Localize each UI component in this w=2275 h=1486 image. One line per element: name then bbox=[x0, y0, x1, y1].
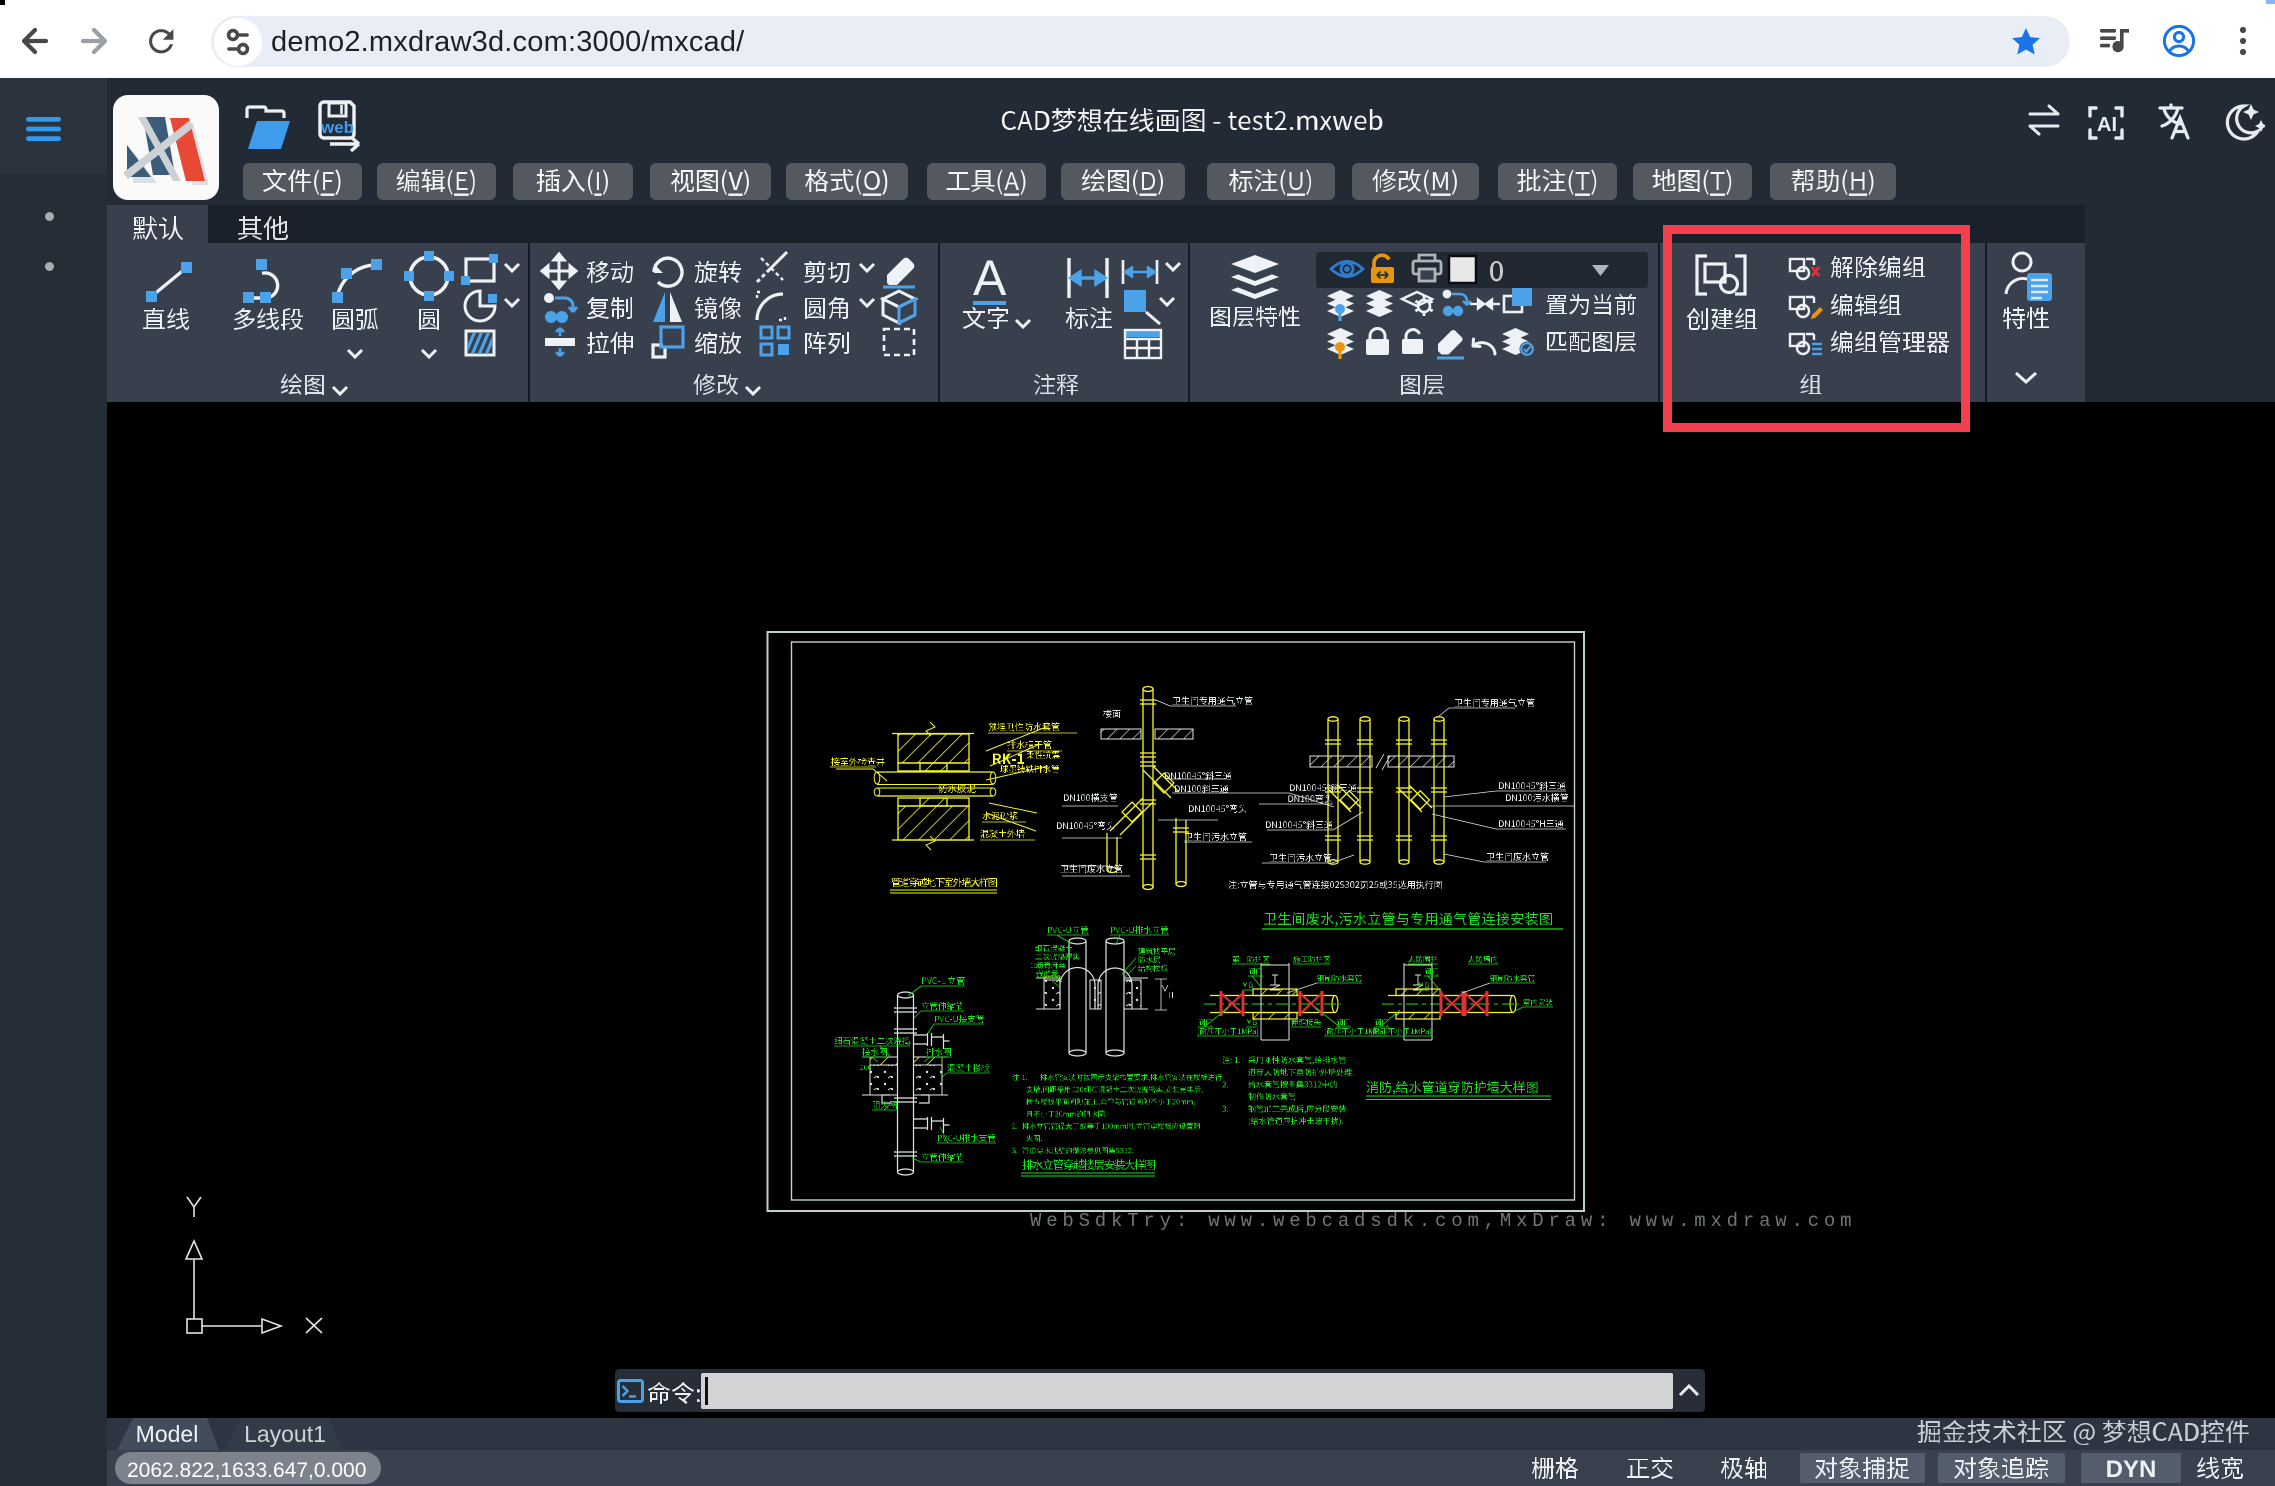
svg-text:DYN: DYN bbox=[2106, 1456, 2157, 1483]
svg-text:Model: Model bbox=[136, 1421, 199, 1447]
svg-text:AI: AI bbox=[2097, 114, 2117, 136]
svg-text:A: A bbox=[973, 250, 1007, 306]
svg-text:Layout1: Layout1 bbox=[244, 1421, 326, 1447]
svg-text:WebSdkTry: www.webcadsdk.com,M: WebSdkTry: www.webcadsdk.com,MxDraw: www… bbox=[1030, 1210, 1856, 1232]
